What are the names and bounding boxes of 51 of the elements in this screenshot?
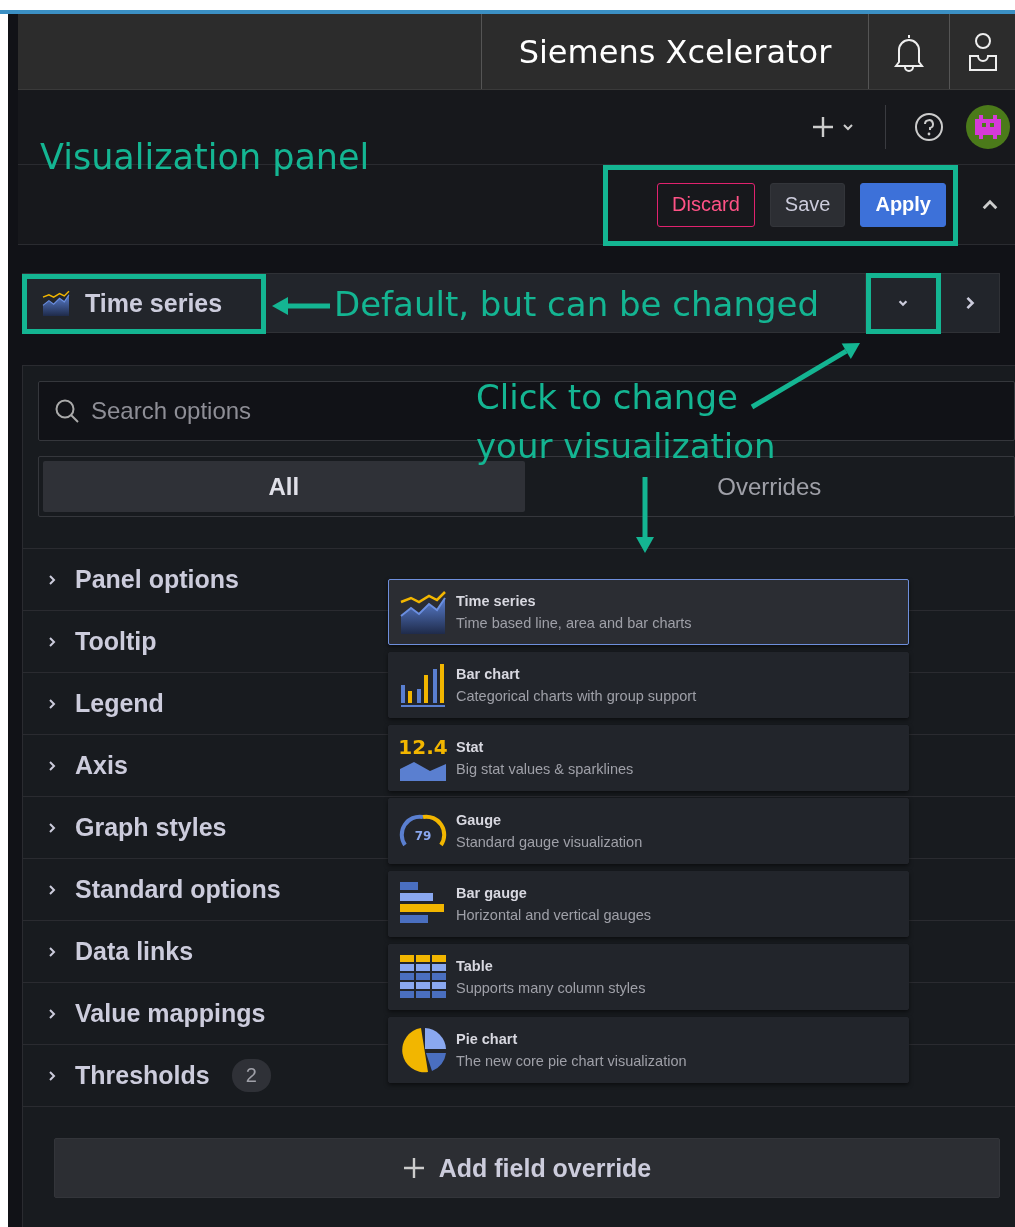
option-description: Supports many column styles: [456, 980, 646, 996]
line-chart-icon: [399, 590, 447, 634]
section-header[interactable]: Graph styles: [75, 813, 227, 842]
section-header[interactable]: Axis: [75, 751, 128, 780]
help-icon[interactable]: [914, 112, 944, 142]
annotation-label: Visualization panel: [40, 136, 370, 178]
table-icon: [399, 954, 447, 1000]
visualization-option[interactable]: Pie chart The new core pie chart visualization: [388, 1017, 909, 1083]
save-button[interactable]: Save: [769, 182, 846, 227]
plus-icon: [402, 1157, 425, 1179]
option-title: Bar chart: [456, 666, 521, 682]
section-header[interactable]: Standard options: [75, 875, 281, 904]
add-field-override-button[interactable]: Add field override: [54, 1138, 1000, 1198]
option-description: Horizontal and vertical gauges: [456, 907, 652, 923]
user-icon: [966, 31, 999, 72]
option-description: Categorical charts with group support: [456, 688, 697, 704]
bar-chart-icon: [399, 663, 447, 707]
annotation-arrow: [272, 297, 330, 315]
visualization-option[interactable]: 79 Gauge Standard gauge visualization: [388, 798, 909, 864]
visualization-option[interactable]: 12.4 Stat Big stat values & sparklines: [388, 725, 909, 791]
pie-chart-icon: [399, 1026, 447, 1074]
visualization-option[interactable]: Table Supports many column styles: [388, 944, 909, 1010]
discard-button[interactable]: Discard: [657, 182, 755, 227]
section-header[interactable]: Tooltip: [75, 627, 157, 656]
section-header[interactable]: Thresholds: [75, 1061, 210, 1090]
plus-icon: [811, 115, 835, 139]
visualization-option[interactable]: Bar gauge Horizontal and vertical gauges: [388, 871, 909, 937]
option-title: Gauge: [456, 812, 503, 828]
option-description: Big stat values & sparklines: [456, 761, 634, 777]
visualization-option[interactable]: Time series Time based line, area and bar charts: [388, 579, 909, 645]
add-button[interactable]: [811, 115, 855, 139]
option-title: Pie chart: [456, 1031, 519, 1047]
search-icon: [54, 398, 80, 424]
visualization-option[interactable]: Bar chart Categorical charts with group support: [388, 652, 909, 718]
apply-button[interactable]: Apply: [860, 182, 946, 227]
section-header[interactable]: Panel options: [75, 565, 239, 594]
count-badge: 2: [231, 1059, 271, 1092]
user-avatar[interactable]: [966, 105, 1010, 149]
app-title: Siemens Xcelerator: [481, 14, 868, 89]
section-header[interactable]: Data links: [75, 937, 194, 966]
option-title: Bar gauge: [456, 885, 528, 901]
visualization-name: Time series: [85, 288, 223, 318]
section-header[interactable]: Legend: [75, 689, 164, 718]
option-description: Time based line, area and bar charts: [456, 615, 692, 631]
option-description: Standard gauge visualization: [456, 834, 643, 850]
option-title: Stat: [456, 739, 485, 755]
section-header[interactable]: Value mappings: [75, 999, 266, 1028]
option-description: The new core pie chart visualization: [456, 1053, 687, 1069]
annotation-label: Default, but can be changed: [334, 284, 819, 325]
option-title: Table: [456, 958, 494, 974]
option-title: Time series: [456, 593, 537, 609]
